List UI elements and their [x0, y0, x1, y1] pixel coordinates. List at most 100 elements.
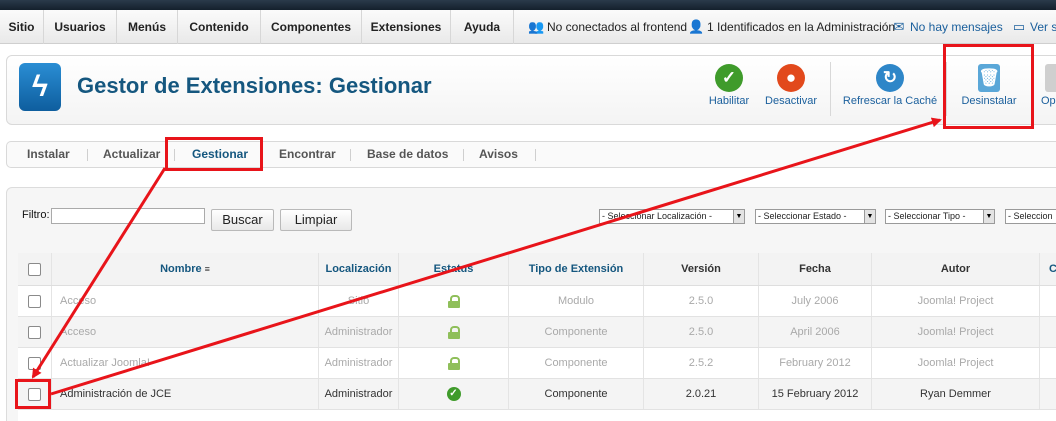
- stop-icon: ●: [777, 64, 805, 92]
- extensions-logo-icon: ϟ: [19, 63, 61, 111]
- cell-location: Administrador: [318, 317, 398, 347]
- filter-input[interactable]: [51, 208, 205, 224]
- menu-item-sitio[interactable]: Sitio: [0, 10, 44, 44]
- menu-item-extensiones[interactable]: Extensiones: [362, 10, 451, 44]
- cell-author: Joomla! Project: [871, 317, 1039, 347]
- row-checkbox-cell: [18, 379, 51, 409]
- envelope-icon: ✉: [893, 19, 905, 34]
- chevron-down-icon: ▼: [983, 210, 994, 223]
- cell-version: 2.5.2: [643, 348, 758, 378]
- submenu-divider: [535, 149, 536, 161]
- menu-item-usuarios[interactable]: Usuarios: [44, 10, 117, 44]
- table-row: Administración de JCE Administrador ✓ Co…: [18, 379, 1056, 410]
- cell-date: April 2006: [758, 317, 871, 347]
- enabled-check-icon: ✓: [446, 387, 461, 401]
- cell-author: Ryan Demmer: [871, 379, 1039, 409]
- menu-item-menus[interactable]: Menús: [117, 10, 178, 44]
- header-location[interactable]: Localización: [318, 253, 398, 285]
- cell-name: Actualizar Joomla!: [51, 348, 318, 378]
- refresh-cache-button[interactable]: ↻ Refrescar la Caché: [840, 64, 940, 118]
- header-status[interactable]: Estatus: [398, 253, 508, 285]
- cell-type: Modulo: [508, 286, 643, 316]
- tab-instalar[interactable]: Instalar: [27, 142, 70, 167]
- submenu-divider: [350, 149, 351, 161]
- cell-status[interactable]: ✓: [398, 379, 508, 409]
- cell-author: Joomla! Project: [871, 348, 1039, 378]
- row-checkbox-cell: [18, 348, 51, 378]
- header-extra[interactable]: C: [1039, 253, 1056, 285]
- enable-button[interactable]: ✓ Habilitar: [703, 64, 755, 118]
- header-version: Versión: [643, 253, 758, 285]
- cell-version: 2.0.21: [643, 379, 758, 409]
- table-row: Actualizar Joomla! Administrador Compone…: [18, 348, 1056, 379]
- cell-location: Sitio: [318, 286, 398, 316]
- chevron-down-icon: ▼: [864, 210, 875, 223]
- trash-icon: 🗑: [978, 64, 1000, 92]
- disable-button[interactable]: ● Desactivar: [759, 64, 823, 118]
- cell-status: [398, 348, 508, 378]
- admin-menu-bar: Sitio Usuarios Menús Contenido Component…: [0, 10, 1056, 44]
- header-type[interactable]: Tipo de Extensión: [508, 253, 643, 285]
- toolbar-box: ϟ Gestor de Extensiones: Gestionar ✓ Hab…: [6, 55, 1056, 125]
- toolbar-divider: [946, 62, 947, 116]
- type-select[interactable]: - Seleccionar Tipo - ▼: [885, 209, 995, 224]
- cell-version: 2.5.0: [643, 286, 758, 316]
- submenu-bar: Instalar Actualizar Gestionar Encontrar …: [6, 141, 1056, 168]
- view-site-icon: ▭: [1012, 19, 1026, 34]
- tab-actualizar[interactable]: Actualizar: [103, 142, 160, 167]
- tab-gestionar[interactable]: Gestionar: [192, 142, 248, 167]
- menu-item-componentes[interactable]: Componentes: [261, 10, 362, 44]
- submenu-divider: [262, 149, 263, 161]
- submenu-divider: [87, 149, 88, 161]
- options-icon: [1045, 64, 1056, 92]
- search-button[interactable]: Buscar: [211, 209, 274, 231]
- view-site-link[interactable]: ▭Ver sit: [1011, 10, 1056, 44]
- cell-extra: [1039, 379, 1056, 409]
- options-button[interactable]: Op: [1041, 64, 1056, 118]
- header-name[interactable]: Nombre ≡: [51, 253, 318, 285]
- admin-top-strip: [0, 0, 1056, 10]
- cell-status: [398, 317, 508, 347]
- cell-status: [398, 286, 508, 316]
- row-checkbox[interactable]: [28, 294, 41, 308]
- toolbar-divider: [830, 62, 831, 116]
- submenu-divider: [174, 149, 175, 161]
- cell-date: July 2006: [758, 286, 871, 316]
- table-row: Acceso Administrador Componente 2.5.0 Ap…: [18, 317, 1056, 348]
- row-checkbox[interactable]: [28, 387, 41, 401]
- cell-name[interactable]: Administración de JCE: [51, 379, 318, 409]
- row-checkbox[interactable]: [28, 325, 41, 339]
- cell-date: 15 February 2012: [758, 379, 871, 409]
- select-all-checkbox[interactable]: [28, 262, 41, 276]
- clear-button[interactable]: Limpiar: [280, 209, 352, 231]
- cell-name: Acceso: [51, 286, 318, 316]
- cell-extra: [1039, 317, 1056, 347]
- page-title: Gestor de Extensiones: Gestionar: [77, 73, 432, 98]
- row-checkbox[interactable]: [28, 356, 41, 370]
- cell-author: Joomla! Project: [871, 286, 1039, 316]
- tab-base-de-datos[interactable]: Base de datos: [367, 142, 448, 167]
- lock-icon: [447, 356, 460, 370]
- users-icon: 👥: [528, 19, 545, 34]
- location-select[interactable]: - Seleccionar Localización - ▼: [599, 209, 745, 224]
- header-date: Fecha: [758, 253, 871, 285]
- uninstall-button[interactable]: 🗑 Desinstalar: [955, 64, 1023, 118]
- menu-item-contenido[interactable]: Contenido: [178, 10, 261, 44]
- folder-select[interactable]: - Seleccion: [1005, 209, 1056, 224]
- tab-avisos[interactable]: Avisos: [479, 142, 518, 167]
- lock-icon: [447, 294, 460, 308]
- menu-item-ayuda[interactable]: Ayuda: [451, 10, 514, 44]
- cell-type: Componente: [508, 379, 643, 409]
- tab-encontrar[interactable]: Encontrar: [279, 142, 336, 167]
- cell-extra: [1039, 348, 1056, 378]
- cell-location: Administrador: [318, 348, 398, 378]
- frontend-users-status: 👥 No conectados al frontend: [528, 10, 687, 44]
- check-icon: ✓: [715, 64, 743, 92]
- state-select[interactable]: - Seleccionar Estado - ▼: [755, 209, 876, 224]
- chevron-down-icon: ▼: [733, 210, 744, 223]
- table-row: Acceso Sitio Modulo 2.5.0 July 2006 Joom…: [18, 286, 1056, 317]
- select-all-cell: [18, 253, 51, 285]
- messages-link[interactable]: ✉ No hay mensajes: [891, 10, 1003, 44]
- refresh-icon: ↻: [876, 64, 904, 92]
- cell-type: Componente: [508, 317, 643, 347]
